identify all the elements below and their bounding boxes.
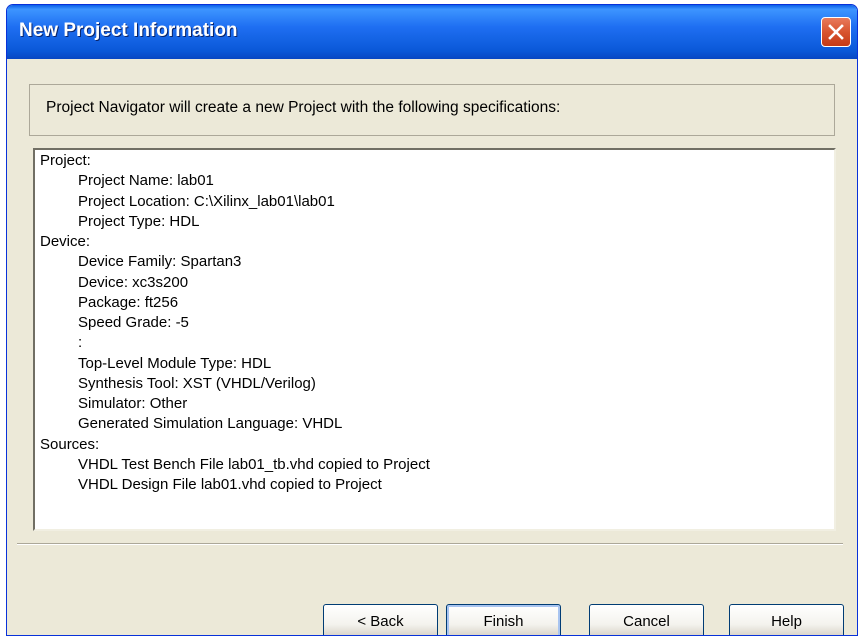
summary-line: Project Name: lab01 (78, 172, 214, 190)
close-button[interactable] (821, 17, 851, 47)
summary-line: Device: xc3s200 (78, 273, 189, 291)
project-summary-textbox[interactable]: Project: Project Name: lab01 Project Loc… (33, 148, 836, 531)
dialog-body: Project Navigator will create a new Proj… (11, 59, 853, 635)
summary-line: VHDL Design File lab01.vhd copied to Pro… (78, 476, 382, 493)
summary-line: Generated Simulation Language: VHDL (78, 415, 343, 433)
summary-line: Project Location: C:\Xilinx_lab01\lab01 (78, 192, 335, 210)
close-icon (828, 24, 844, 40)
summary-line: Top-Level Module Type: HDL (78, 354, 272, 372)
summary-line: Simulator: Other (78, 395, 188, 412)
dialog-title: New Project Information (19, 20, 238, 41)
summary-line: Package: ft256 (78, 293, 179, 311)
new-project-information-dialog: New Project Information Project Navigato… (6, 4, 858, 636)
section-heading-project: Project: (40, 152, 91, 169)
info-text: Project Navigator will create a new Proj… (46, 99, 561, 116)
summary-line: VHDL Test Bench File lab01_tb.vhd copied… (78, 455, 430, 473)
summary-line: Speed Grade: -5 (78, 314, 189, 331)
button-separator (17, 543, 843, 545)
summary-line: Project Type: HDL (78, 212, 200, 230)
finish-button[interactable]: Finish (446, 604, 561, 635)
summary-line: : (78, 334, 83, 352)
back-button[interactable]: < Back (323, 604, 438, 635)
info-panel: Project Navigator will create a new Proj… (29, 84, 835, 136)
summary-line: Device Family: Spartan3 (78, 253, 242, 271)
help-button[interactable]: Help (729, 604, 844, 635)
cancel-button[interactable]: Cancel (589, 604, 704, 635)
section-heading-device: Device: (40, 233, 91, 250)
summary-line: Synthesis Tool: XST (VHDL/Verilog) (78, 374, 316, 392)
section-heading-sources: Sources: (40, 435, 100, 453)
title-bar[interactable]: New Project Information (7, 5, 857, 59)
